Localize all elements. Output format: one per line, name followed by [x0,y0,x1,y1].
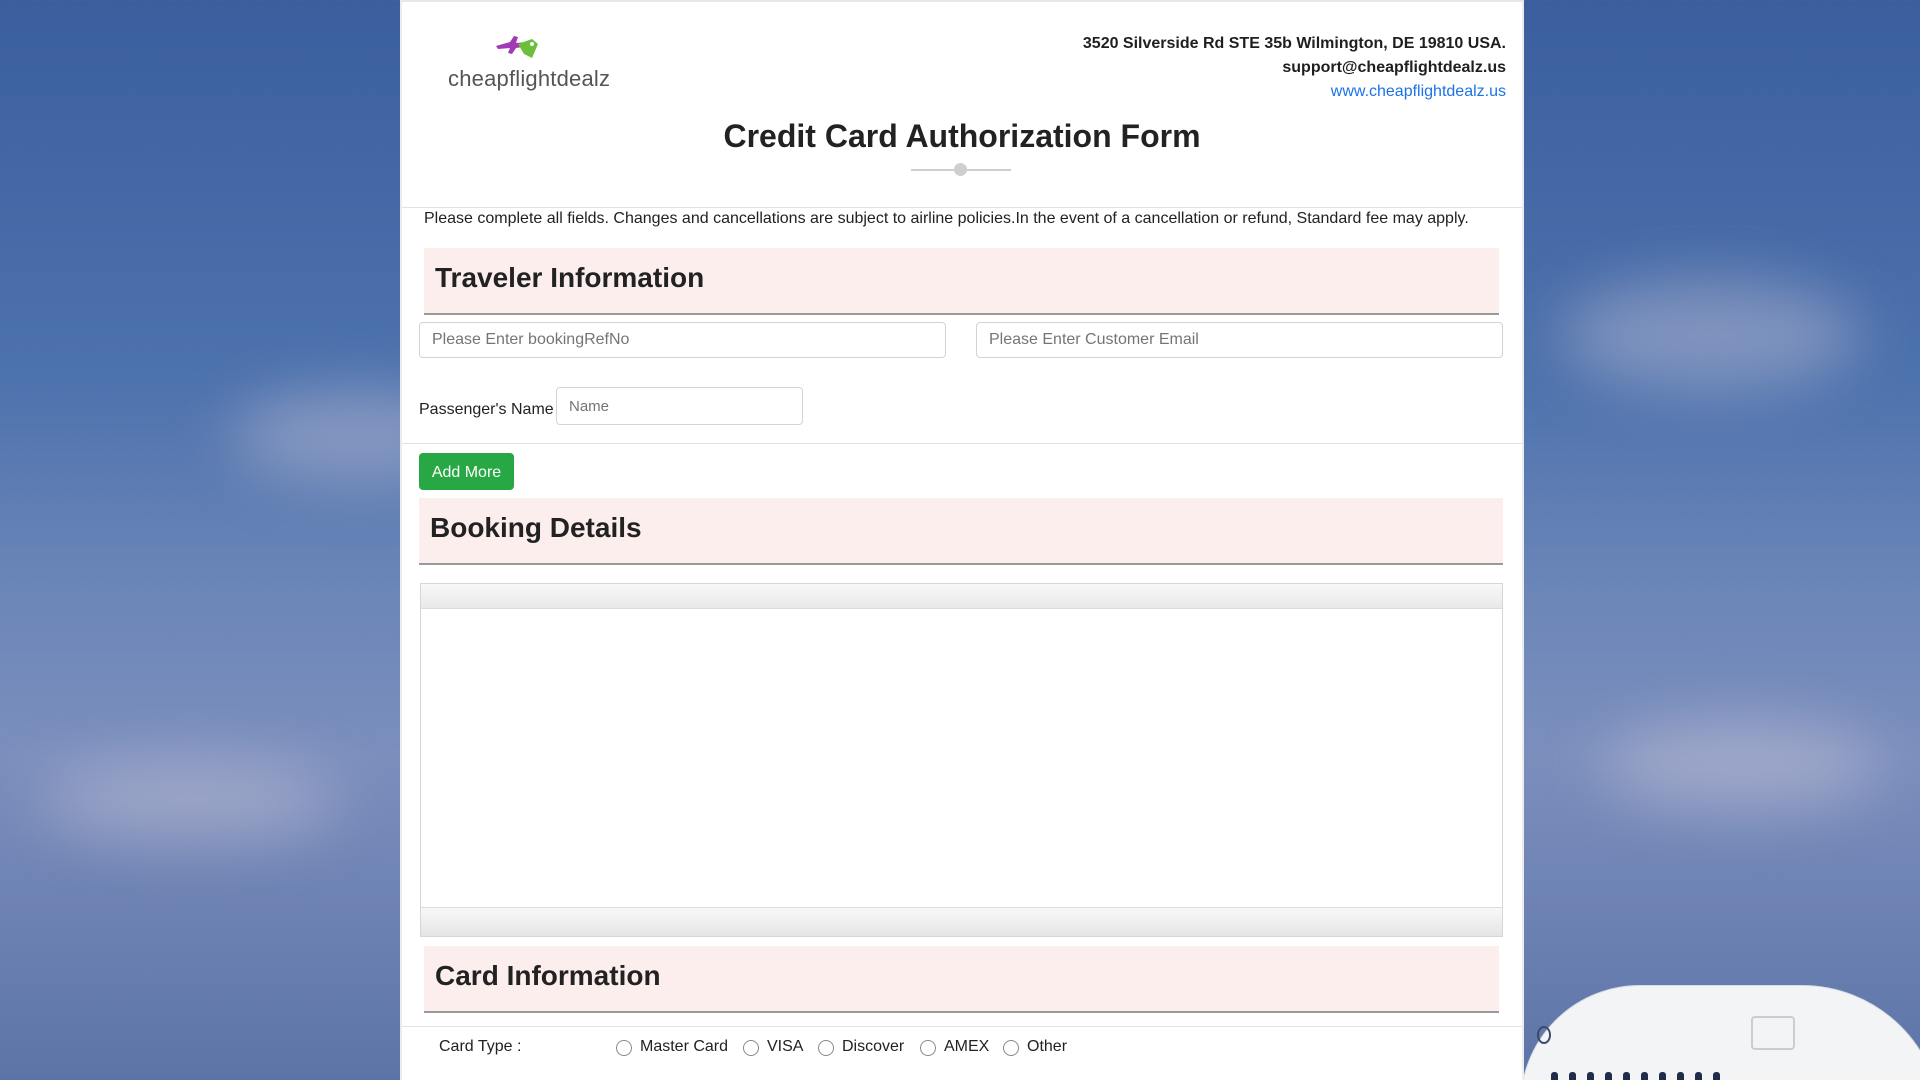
background-cloud [40,760,340,840]
form-sheet: cheapflightdealz 3520 Silverside Rd STE … [400,0,1524,1080]
booking-ref-input[interactable] [419,322,946,358]
airplane-door-icon [1537,1026,1551,1044]
company-email: support@cheapflightdealz.us [1282,59,1506,76]
airplane-door [1751,1016,1795,1050]
card-type-visa-radio[interactable] [743,1040,759,1056]
card-type-amex-label[interactable]: AMEX [944,1038,989,1056]
customer-email-input[interactable] [976,322,1503,358]
plane-tag-icon [448,32,608,64]
card-type-amex-radio[interactable] [920,1040,936,1056]
section-divider [402,1026,1522,1027]
booking-frame-topbar [421,584,1502,609]
booking-section-heading: Booking Details [419,498,1503,565]
card-type-row: Card Type : Master Card VISA Discover AM… [402,1036,1522,1066]
card-type-other-label[interactable]: Other [1027,1038,1067,1056]
card-type-mastercard-radio[interactable] [616,1040,632,1056]
company-website-link[interactable]: www.cheapflightdealz.us [1331,83,1506,100]
booking-heading-text: Booking Details [430,512,642,543]
booking-frame-bottombar [421,907,1502,936]
form-header: cheapflightdealz 3520 Silverside Rd STE … [402,2,1522,208]
card-type-mastercard-label[interactable]: Master Card [640,1038,728,1056]
card-section-heading: Card Information [424,946,1499,1013]
card-type-other-radio[interactable] [1003,1040,1019,1056]
passenger-name-input[interactable] [556,387,803,425]
card-type-discover-label[interactable]: Discover [842,1038,904,1056]
card-type-discover-radio[interactable] [818,1040,834,1056]
traveler-heading-text: Traveler Information [435,262,705,293]
traveler-section-heading: Traveler Information [424,248,1499,315]
booking-details-frame[interactable] [420,583,1503,937]
add-more-button[interactable]: Add More [419,453,514,490]
title-divider-dot [954,163,967,176]
background-cloud [1600,720,1880,810]
section-divider [402,443,1522,444]
page-title: Credit Card Authorization Form [723,118,1201,154]
passenger-name-label: Passenger's Name [419,401,554,418]
company-logo[interactable]: cheapflightdealz [448,32,611,92]
airplane-image [1520,985,1920,1080]
card-type-visa-label[interactable]: VISA [767,1038,803,1056]
form-notice: Please complete all fields. Changes and … [424,210,1469,227]
logo-text: cheapflightdealz [448,66,611,91]
card-type-label: Card Type : [439,1038,522,1055]
background-cloud [1560,280,1860,390]
company-address: 3520 Silverside Rd STE 35b Wilmington, D… [1082,35,1506,52]
card-heading-text: Card Information [435,960,661,991]
contact-block: 3520 Silverside Rd STE 35b Wilmington, D… [1083,32,1506,104]
